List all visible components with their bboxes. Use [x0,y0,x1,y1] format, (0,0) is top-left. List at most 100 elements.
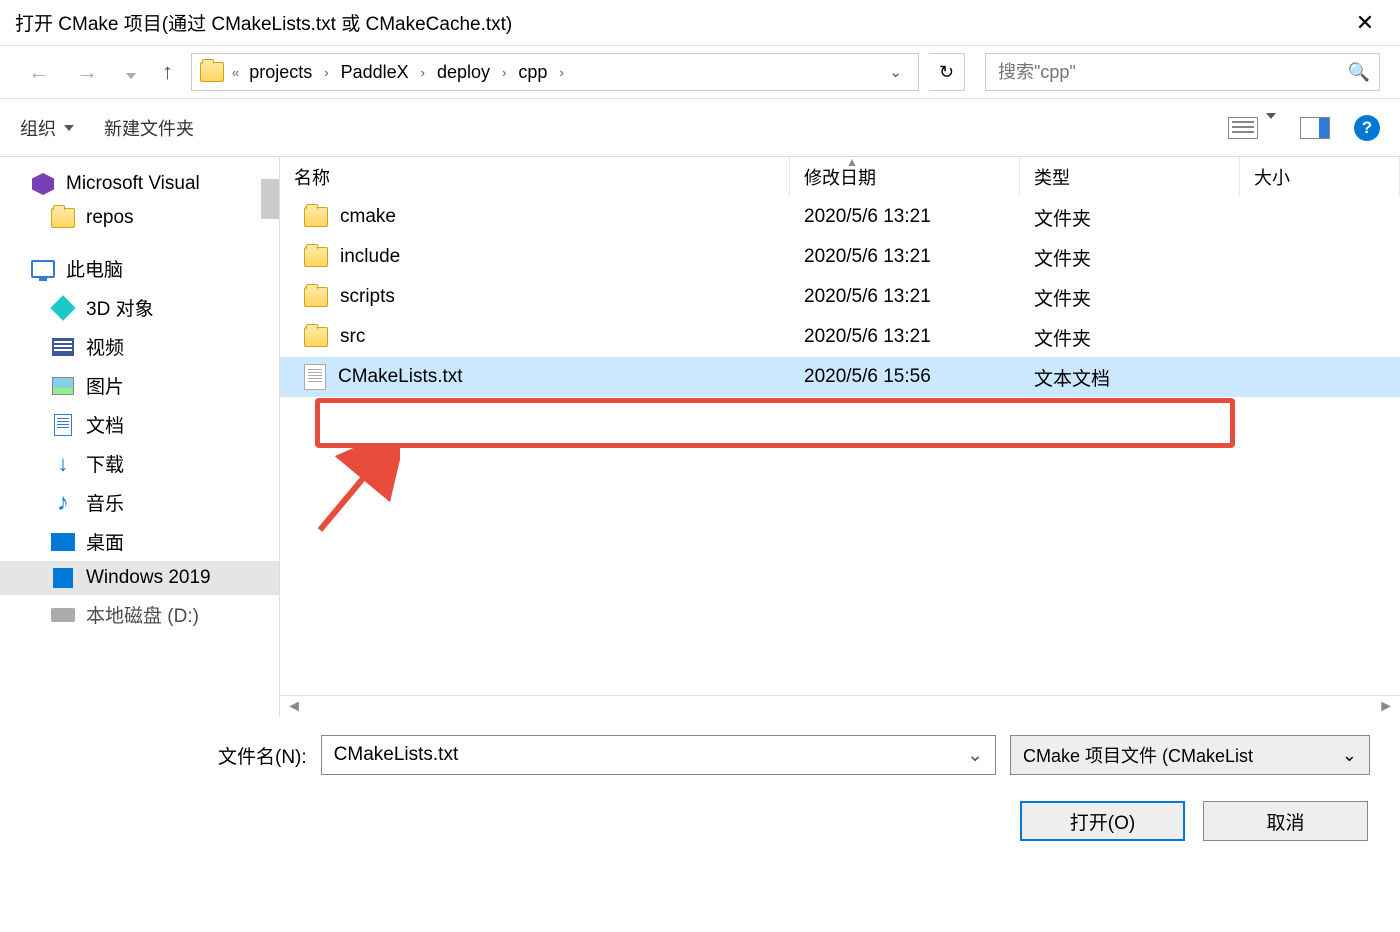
column-size[interactable]: 大小 [1240,157,1400,197]
breadcrumb[interactable]: « projects › PaddleX › deploy › cpp › ⌄ [191,53,919,91]
sidebar-item-repos[interactable]: repos [0,201,279,235]
file-name: CMakeLists.txt [338,366,463,388]
folder-icon [304,327,328,347]
breadcrumb-prefix: « [232,65,239,80]
sidebar-item-documents[interactable]: 文档 [0,405,279,444]
help-icon[interactable]: ? [1354,115,1380,141]
sidebar-label: 下载 [86,450,124,477]
nav-up-icon[interactable]: ↑ [154,59,181,85]
sidebar-label: 视频 [86,333,124,360]
file-date: 2020/5/6 13:21 [790,277,1020,317]
sidebar-item-this-pc[interactable]: 此电脑 [0,249,279,288]
sidebar-scrollbar[interactable] [261,179,279,219]
nav-forward-icon[interactable]: → [68,59,106,85]
download-icon: ↓ [50,453,76,475]
file-type: 文件夹 [1020,277,1240,317]
sidebar-item-desktop[interactable]: 桌面 [0,522,279,561]
open-button[interactable]: 打开(O) [1020,801,1185,841]
sidebar-label: 本地磁盘 (D:) [86,601,199,628]
file-row[interactable]: cmake 2020/5/6 13:21文件夹 [280,197,1400,237]
refresh-icon[interactable]: ↻ [929,53,965,91]
sidebar-label: 图片 [86,372,124,399]
history-dropdown-icon[interactable]: ⌄ [881,63,910,81]
file-row[interactable]: CMakeLists.txt 2020/5/6 15:56文本文档 [280,357,1400,397]
search-icon[interactable]: 🔍 [1339,62,1379,83]
folder-icon [304,287,328,307]
breadcrumb-seg[interactable]: projects [247,58,314,87]
file-name: cmake [340,206,396,228]
chevron-down-icon[interactable]: ⌄ [967,744,983,767]
chevron-right-icon[interactable]: › [322,65,330,80]
file-size [1240,357,1400,397]
file-row[interactable]: scripts 2020/5/6 13:21文件夹 [280,277,1400,317]
filename-label: 文件名(N): [218,742,307,769]
file-type: 文本文档 [1020,357,1240,397]
file-type: 文件夹 [1020,197,1240,237]
folder-icon [304,207,328,227]
chevron-right-icon[interactable]: › [557,65,565,80]
sidebar-label: Windows 2019 [86,567,211,589]
sidebar-item-video[interactable]: 视频 [0,327,279,366]
sidebar-item-visual-studio[interactable]: Microsoft Visual [0,167,279,201]
disk-icon [51,608,75,622]
sidebar-label: 此电脑 [66,255,123,282]
file-type-select[interactable]: CMake 项目文件 (CMakeList⌄ [1010,735,1370,775]
close-icon[interactable]: ✕ [1345,3,1385,43]
nav-back-icon[interactable]: ← [20,59,58,85]
horizontal-scrollbar[interactable]: ◄► [280,695,1400,717]
music-icon: ♪ [50,492,76,514]
file-size [1240,317,1400,357]
file-size [1240,237,1400,277]
file-type: 文件夹 [1020,317,1240,357]
list-view-icon [1228,117,1258,139]
file-type: 文件夹 [1020,237,1240,277]
window-title: 打开 CMake 项目(通过 CMakeLists.txt 或 CMakeCac… [15,9,1345,36]
chevron-right-icon[interactable]: › [500,65,508,80]
sidebar-item-disk-d[interactable]: 本地磁盘 (D:) [0,595,279,634]
breadcrumb-seg[interactable]: deploy [435,58,492,87]
search-box[interactable]: 🔍 [985,53,1380,91]
sidebar-item-3d[interactable]: 3D 对象 [0,288,279,327]
sidebar-label: 音乐 [86,489,124,516]
view-mode-button[interactable] [1228,117,1276,139]
sidebar-item-music[interactable]: ♪ 音乐 [0,483,279,522]
search-input[interactable] [986,62,1339,83]
file-row[interactable]: include 2020/5/6 13:21文件夹 [280,237,1400,277]
preview-pane-icon[interactable] [1300,117,1330,139]
folder-icon [200,62,224,82]
sidebar-item-windows[interactable]: Windows 2019 [0,561,279,595]
file-size [1240,197,1400,237]
video-icon [52,338,74,356]
nav-recent-icon[interactable] [116,59,144,85]
file-date: 2020/5/6 13:21 [790,237,1020,277]
filename-value: CMakeLists.txt [334,744,459,766]
file-name: scripts [340,286,395,308]
file-row[interactable]: src2020/5/6 13:21文件夹 [280,317,1400,357]
visual-studio-icon [32,173,54,195]
column-name[interactable]: 名称 [280,157,790,197]
new-folder-button[interactable]: 新建文件夹 [104,115,194,141]
organize-button[interactable]: 组织 [20,115,74,141]
sidebar: Microsoft Visual repos 此电脑 3D 对象 视频 图片 文… [0,157,280,717]
chevron-right-icon[interactable]: › [419,65,427,80]
column-type[interactable]: 类型 [1020,157,1240,197]
folder-icon [51,208,75,228]
sidebar-label: repos [86,207,134,229]
sidebar-label: Microsoft Visual [66,173,200,195]
file-name: include [340,246,400,268]
breadcrumb-seg[interactable]: PaddleX [339,58,411,87]
file-date: 2020/5/6 13:21 [790,197,1020,237]
column-headers: 名称 修改日期 类型 大小 [280,157,1400,197]
sidebar-item-images[interactable]: 图片 [0,366,279,405]
sidebar-item-downloads[interactable]: ↓ 下载 [0,444,279,483]
sort-indicator-icon: ▲ [846,155,858,169]
desktop-icon [51,533,75,551]
image-icon [52,377,74,395]
sidebar-label: 文档 [86,411,124,438]
breadcrumb-seg[interactable]: cpp [516,58,549,87]
column-date[interactable]: 修改日期 [790,157,1020,197]
filename-input[interactable]: CMakeLists.txt ⌄ [321,735,996,775]
cancel-button[interactable]: 取消 [1203,801,1368,841]
file-date: 2020/5/6 15:56 [790,357,1020,397]
sidebar-label: 3D 对象 [86,294,154,321]
